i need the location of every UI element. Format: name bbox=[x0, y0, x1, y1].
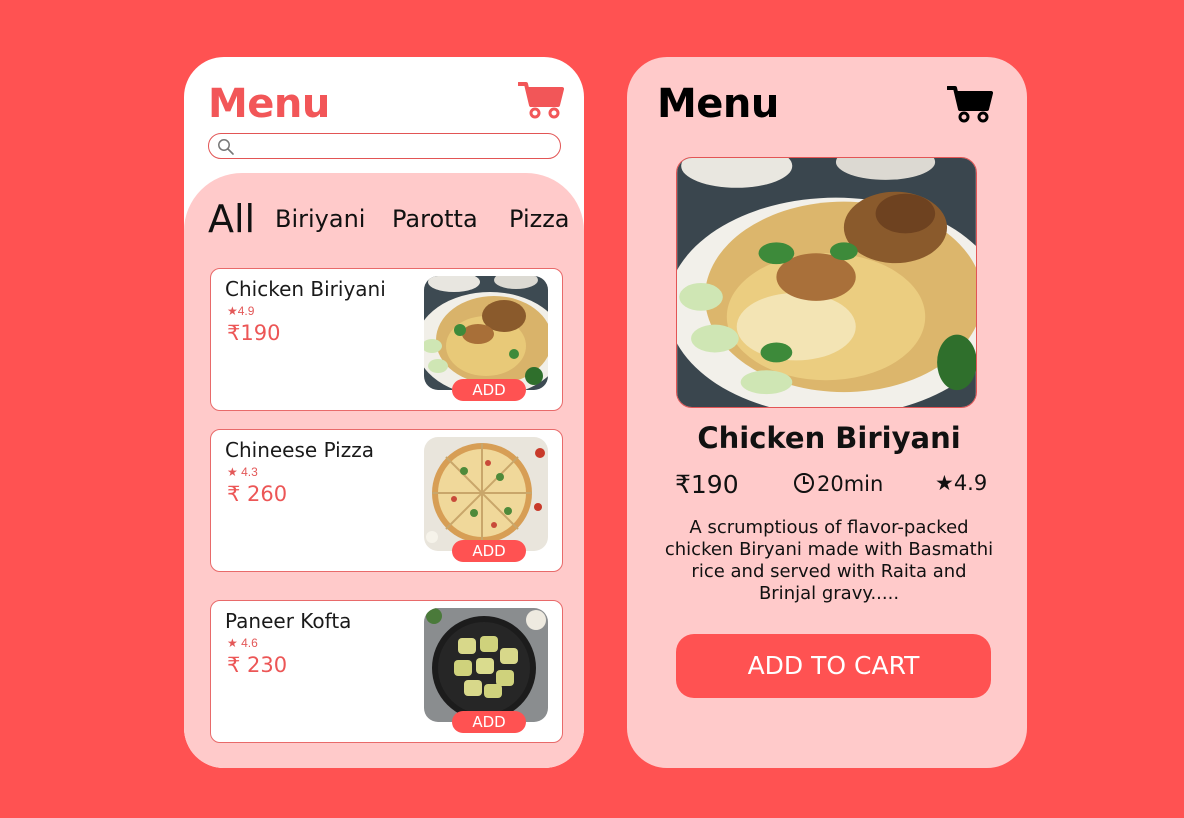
dish-detail-screen: Menu Chicken Biriyani ₹190 20min ★4.9 A … bbox=[627, 57, 1027, 768]
search-input[interactable] bbox=[239, 136, 553, 156]
item-rating: ★ 4.6 bbox=[227, 636, 258, 650]
category-tab-pizza[interactable]: Pizza bbox=[509, 205, 570, 233]
item-name: Paneer Kofta bbox=[225, 609, 352, 633]
menu-item-card[interactable]: Chicken Biriyani ★4.9 ₹190 ADD bbox=[210, 268, 563, 411]
prep-time: 20min bbox=[793, 472, 883, 496]
item-price: ₹190 bbox=[227, 321, 281, 345]
item-rating: ★ 4.3 bbox=[227, 465, 258, 479]
cart-icon[interactable] bbox=[518, 81, 564, 119]
search-icon bbox=[218, 139, 234, 155]
biryani-image bbox=[424, 276, 548, 390]
paneer-kofta-image bbox=[424, 608, 548, 722]
add-button[interactable]: ADD bbox=[452, 379, 526, 401]
prep-time-value: 20min bbox=[817, 472, 884, 496]
menu-body: All Biriyani Parotta Pizza Chicken Biriy… bbox=[184, 173, 584, 768]
item-name: Chineese Pizza bbox=[225, 438, 374, 462]
pizza-image bbox=[424, 437, 548, 551]
menu-item-card[interactable]: Paneer Kofta ★ 4.6 ₹ 230 ADD bbox=[210, 600, 563, 743]
item-price: ₹ 230 bbox=[227, 653, 288, 677]
dish-hero-image bbox=[676, 157, 977, 408]
page-title: Menu bbox=[208, 81, 330, 127]
add-button[interactable]: ADD bbox=[452, 540, 526, 562]
category-tab-parotta[interactable]: Parotta bbox=[392, 205, 478, 233]
item-price: ₹ 260 bbox=[227, 482, 288, 506]
add-to-cart-button[interactable]: ADD TO CART bbox=[676, 634, 991, 698]
cart-icon[interactable] bbox=[947, 85, 993, 123]
item-rating: ★4.9 bbox=[227, 304, 255, 318]
add-button[interactable]: ADD bbox=[452, 711, 526, 733]
category-tab-biriyani[interactable]: Biriyani bbox=[275, 205, 365, 233]
dish-rating: ★4.9 bbox=[935, 471, 988, 495]
dish-title: Chicken Biriyani bbox=[697, 421, 961, 455]
category-tab-all[interactable]: All bbox=[208, 197, 255, 241]
page-title: Menu bbox=[657, 81, 779, 127]
dish-description: A scrumptious of flavor-packed chicken B… bbox=[664, 517, 994, 604]
dish-price: ₹190 bbox=[675, 470, 739, 499]
clock-icon bbox=[794, 473, 814, 493]
menu-item-card[interactable]: Chineese Pizza ★ 4.3 ₹ 260 ADD bbox=[210, 429, 563, 572]
menu-list-screen: Menu All Biriyani Parotta Pizza Chicken … bbox=[184, 57, 584, 768]
search-bar[interactable] bbox=[208, 133, 561, 159]
item-name: Chicken Biriyani bbox=[225, 277, 386, 301]
